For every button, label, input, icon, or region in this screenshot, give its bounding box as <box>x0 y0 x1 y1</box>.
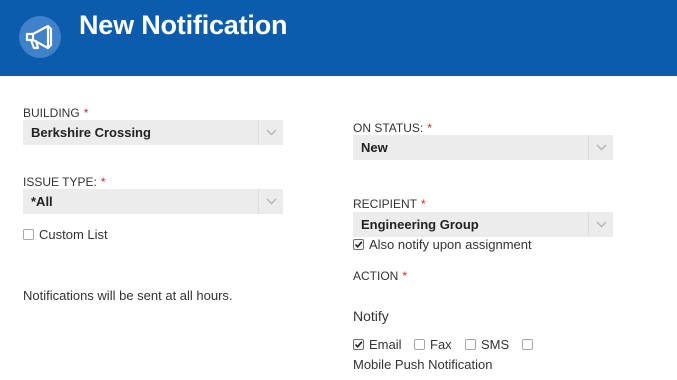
notify-heading: Notify <box>353 308 389 324</box>
building-dropdown-arrow[interactable] <box>258 120 283 145</box>
checkmark-icon <box>354 241 363 249</box>
mobile-push-label: Mobile Push Notification <box>353 357 493 372</box>
action-label: ACTION * <box>353 269 407 283</box>
sms-checkbox[interactable] <box>465 339 476 350</box>
issue-type-dropdown-arrow[interactable] <box>258 189 283 214</box>
building-select[interactable]: Berkshire Crossing <box>23 120 283 145</box>
checkmark-icon <box>354 341 363 349</box>
page-header: New Notification <box>0 0 677 76</box>
on-status-select[interactable]: New <box>353 135 613 160</box>
required-marker: * <box>421 197 426 211</box>
email-label: Email <box>369 337 402 352</box>
chevron-down-icon <box>596 221 607 228</box>
issue-type-label: ISSUE TYPE: * <box>23 175 105 189</box>
building-label-text: BUILDING <box>23 106 80 120</box>
also-notify-label: Also notify upon assignment <box>369 237 532 252</box>
on-status-select-value: New <box>361 140 388 155</box>
megaphone-icon <box>18 15 62 59</box>
recipient-dropdown-arrow[interactable] <box>588 212 613 237</box>
email-checkbox[interactable] <box>353 339 364 350</box>
recipient-label-text: RECIPIENT <box>353 197 418 211</box>
building-label: BUILDING * <box>23 106 88 120</box>
on-status-label: ON STATUS: * <box>353 121 432 135</box>
chevron-down-icon <box>266 129 277 136</box>
required-marker: * <box>402 269 408 283</box>
action-label-text: ACTION <box>353 269 399 283</box>
required-marker: * <box>100 175 106 189</box>
custom-list-label: Custom List <box>39 227 108 242</box>
recipient-label: RECIPIENT * <box>353 197 426 211</box>
fax-label: Fax <box>430 337 452 352</box>
also-notify-checkbox[interactable] <box>353 239 364 250</box>
chevron-down-icon <box>596 144 607 151</box>
on-status-label-text: ON STATUS: <box>353 121 424 135</box>
fax-checkbox[interactable] <box>414 339 425 350</box>
sms-label: SMS <box>481 337 510 352</box>
issue-type-select-value: *All <box>31 194 53 209</box>
building-select-value: Berkshire Crossing <box>31 125 151 140</box>
page-title: New Notification <box>79 10 288 40</box>
required-marker: * <box>427 121 432 135</box>
mobile-push-checkbox[interactable] <box>522 339 533 350</box>
on-status-dropdown-arrow[interactable] <box>588 135 613 160</box>
recipient-select-value: Engineering Group <box>361 217 479 232</box>
chevron-down-icon <box>266 198 277 205</box>
required-marker: * <box>83 106 89 120</box>
custom-list-checkbox[interactable] <box>23 229 34 240</box>
issue-type-label-text: ISSUE TYPE: <box>23 175 97 189</box>
recipient-select[interactable]: Engineering Group <box>353 212 613 237</box>
hours-note: Notifications will be sent at all hours. <box>23 288 233 303</box>
issue-type-select[interactable]: *All <box>23 189 283 214</box>
